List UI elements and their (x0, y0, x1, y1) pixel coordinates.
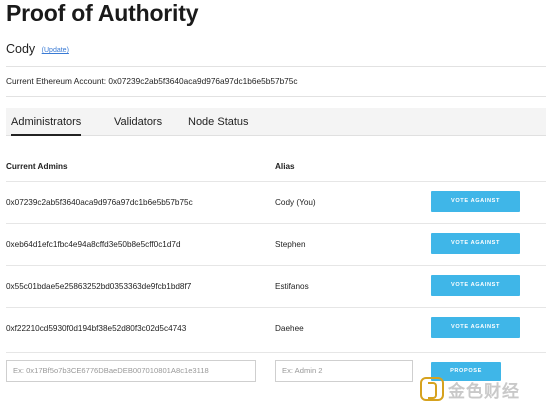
vote-against-button[interactable]: VOTE AGAINST (431, 275, 520, 296)
tab-bar: Administrators Validators Node Status (6, 108, 546, 136)
admin-address: 0xeb64d1efc1fbc4e94a8cffd3e50b8e5cff0c1d… (6, 240, 181, 249)
table-row: 0xeb64d1efc1fbc4e94a8cffd3e50b8e5cff0c1d… (6, 223, 546, 265)
watermark: 金色财经 (420, 372, 548, 406)
column-header-alias: Alias (275, 162, 295, 171)
table-row: 0x07239c2ab5f3640aca9d976a97dc1b6e5b57b7… (6, 181, 546, 223)
admin-address: 0x55c01bdae5e25863252bd0353363de9fcb1bd8… (6, 282, 192, 291)
vote-against-button[interactable]: VOTE AGAINST (431, 317, 520, 338)
page-title: Proof of Authority (6, 0, 199, 26)
new-admin-alias-input[interactable]: Ex: Admin 2 (275, 360, 413, 382)
admin-alias: Cody (You) (275, 198, 316, 207)
table-row: 0x55c01bdae5e25863252bd0353363de9fcb1bd8… (6, 265, 546, 307)
vote-against-button[interactable]: VOTE AGAINST (431, 191, 520, 212)
column-header-admins: Current Admins (6, 162, 68, 171)
watermark-logo-icon (420, 377, 444, 401)
watermark-text: 金色财经 (448, 381, 520, 401)
tab-validators[interactable]: Validators (114, 116, 162, 128)
account-line: Current Ethereum Account: 0x07239c2ab5f3… (6, 76, 298, 86)
divider (6, 96, 546, 97)
tab-node-status[interactable]: Node Status (188, 116, 249, 128)
user-name: Cody (6, 42, 36, 56)
table-row: 0xf22210cd5930f0d194bf38e52d80f3c02d5c47… (6, 307, 546, 349)
admin-alias: Estifanos (275, 282, 309, 291)
account-address: 0x07239c2ab5f3640aca9d976a97dc1b6e5b57b7… (108, 76, 298, 86)
new-admin-address-input[interactable]: Ex: 0x17Bf5o7b3CE6776DBaeDEB007010801A8c… (6, 360, 256, 382)
divider (6, 66, 546, 67)
admin-address: 0x07239c2ab5f3640aca9d976a97dc1b6e5b57b7… (6, 198, 193, 207)
admin-alias: Stephen (275, 240, 306, 249)
vote-against-button[interactable]: VOTE AGAINST (431, 233, 520, 254)
account-label: Current Ethereum Account: (6, 76, 107, 86)
update-link[interactable]: (Update) (42, 47, 69, 54)
admin-alias: Daehee (275, 324, 304, 333)
tab-administrators[interactable]: Administrators (11, 116, 82, 136)
admin-address: 0xf22210cd5930f0d194bf38e52d80f3c02d5c47… (6, 324, 187, 333)
current-user: Cody (Update) (6, 42, 69, 56)
